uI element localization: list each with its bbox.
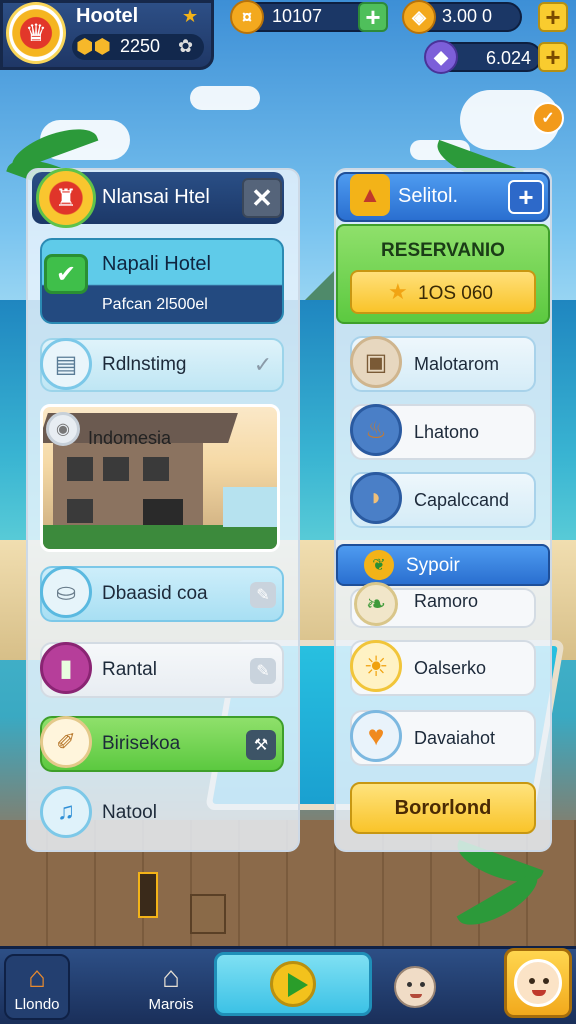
brush-icon: ✐ — [40, 716, 92, 768]
confirm-button[interactable]: Bororlond — [350, 782, 536, 834]
lounge-chair-icon: ⛀ — [40, 566, 92, 618]
service-header-title: Selitol. — [398, 185, 459, 207]
list-item-label: Birisekoa — [102, 733, 181, 754]
service-item-label: Malotarom — [414, 354, 500, 374]
reservation-price: 1OS 060 — [418, 283, 493, 304]
shield-icon: ◈ — [402, 0, 436, 34]
hotel-crest-icon: ♜ — [36, 168, 96, 228]
bed-icon: ▤ — [40, 338, 92, 390]
add-shields-button[interactable]: + — [538, 2, 568, 32]
shell-icon: ◗ — [350, 472, 402, 524]
check-badge-icon[interactable]: ✓ — [532, 102, 564, 134]
torch-icon: ♨ — [350, 404, 402, 456]
list-item-label: Rantal — [102, 659, 157, 680]
list-item-label: Natool — [102, 802, 157, 823]
door-icon: ▮ — [40, 642, 92, 694]
service-item-label: Lhatono — [414, 422, 480, 442]
edit-icon[interactable]: ✎ — [250, 658, 276, 684]
leaf-badge-icon: ❦ — [364, 550, 394, 580]
nav-market[interactable]: ⌂ Marois — [136, 954, 206, 1020]
service-item-label: Davaiahot — [414, 728, 496, 748]
eye-icon[interactable]: ◉ — [46, 412, 80, 446]
coin-stack-icon: ⬢⬢ — [76, 36, 111, 58]
box-icon: ▣ — [350, 336, 402, 388]
list-item-label: Dbaasid coa — [102, 583, 208, 604]
nav-market-label: Marois — [148, 995, 194, 1013]
section-header-title: Sypoir — [406, 555, 460, 576]
warning-icon: ▲ — [350, 174, 390, 216]
play-icon — [270, 961, 316, 1007]
amenity-label: Rdlnstimg — [102, 354, 187, 375]
table-decoration — [190, 894, 226, 934]
service-item-label: Ramoro — [414, 591, 479, 611]
service-item-label: Capalccand — [414, 490, 510, 510]
gem-resource-value: 6.024 — [486, 48, 532, 68]
tools-icon[interactable]: ⚒ — [246, 730, 276, 760]
music-icon: ♫ — [40, 786, 92, 838]
sun-icon: ☀ — [350, 640, 402, 692]
shield-resource-value: 3.00 0 — [442, 6, 493, 26]
hotel-header-title: Nlansai Htel — [102, 186, 210, 208]
hud-title: Hootel — [76, 5, 139, 27]
nav-home-label: Llondo — [14, 995, 60, 1013]
heart-icon: ♥ — [350, 710, 402, 762]
gem-icon: ◆ — [424, 40, 458, 74]
nav-home[interactable]: ⌂ Llondo — [4, 954, 70, 1020]
amenity-check-icon[interactable]: ✓ — [250, 352, 276, 378]
star-icon: ★ — [182, 6, 199, 26]
coin-icon: ¤ — [230, 0, 264, 34]
lantern-decoration — [138, 872, 158, 918]
edit-icon[interactable]: ✎ — [250, 582, 276, 608]
hotel-emblem-icon[interactable]: ♛ — [6, 2, 66, 64]
settings-icon[interactable]: ✿ — [178, 36, 193, 57]
building-icon: ⌂ — [161, 960, 181, 994]
nav-character[interactable] — [388, 954, 442, 1020]
profile-button[interactable] — [504, 948, 572, 1018]
leaf-icon: ❧ — [354, 582, 398, 626]
profile-avatar-icon — [514, 959, 562, 1007]
add-service-button[interactable]: + — [508, 180, 544, 214]
selected-hotel-subtitle: Pafcan 2l500el — [102, 296, 208, 313]
coin-resource-value: 10107 — [272, 6, 323, 26]
chef-avatar-icon — [394, 966, 436, 1008]
confirmed-icon: ✔ — [44, 254, 88, 294]
house-icon: ⌂ — [27, 960, 47, 994]
confirm-button-label: Bororlond — [394, 796, 492, 819]
star-icon: ★ — [388, 279, 408, 304]
add-gems-button[interactable]: + — [538, 42, 568, 72]
selected-hotel-title: Napali Hotel — [102, 253, 211, 275]
close-button[interactable]: ✕ — [242, 178, 282, 218]
preview-location-label: Indomesia — [88, 428, 172, 448]
play-button[interactable] — [214, 952, 372, 1016]
add-coins-button[interactable]: + — [358, 2, 388, 32]
reservation-title: RESERVANIO — [381, 240, 505, 261]
service-item-label: Oalserko — [414, 658, 487, 678]
coin-count: 2250 — [120, 36, 161, 56]
